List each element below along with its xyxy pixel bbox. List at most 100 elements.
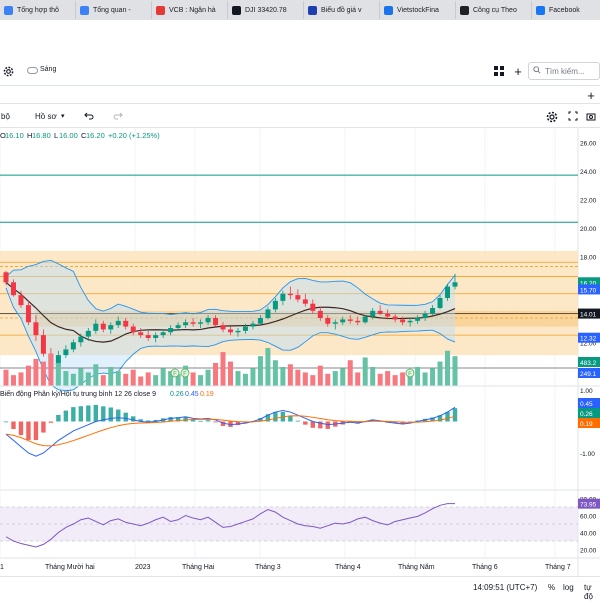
browser-tab[interactable]: VCB : Ngân hà (152, 1, 228, 19)
candle-body (160, 332, 166, 336)
volume-bar (242, 373, 248, 386)
volume-bar (437, 361, 443, 386)
time-axis-label: Tháng 4 (335, 564, 361, 571)
time-axis-label: Tháng Năm (398, 564, 435, 571)
volume-bar (123, 373, 129, 386)
browser-tab[interactable]: Tổng hợp thô (0, 1, 76, 19)
auto-toggle[interactable]: tự độ (584, 583, 600, 601)
macd-histogram-bar (452, 408, 458, 422)
candle-body (205, 318, 211, 323)
price-tag-label: 14.01 (580, 312, 597, 319)
browser-tab[interactable]: Facebook (532, 1, 600, 19)
browser-tab-label: Biểu đồ giá v (321, 6, 362, 14)
candle-body (3, 272, 9, 283)
rsi-axis-label: 60.00 (580, 514, 597, 521)
volume-bar (235, 371, 241, 386)
candle-body (25, 305, 31, 323)
theme-toggle[interactable] (27, 67, 38, 74)
rsi-tag-label: 73.95 (580, 502, 597, 509)
candle-body (115, 320, 121, 326)
profile-dropdown[interactable]: Hồ sơ (35, 112, 57, 121)
candle-body (145, 335, 151, 338)
log-toggle[interactable]: log (563, 583, 574, 592)
settings-gear-icon[interactable] (2, 65, 14, 77)
search-input[interactable]: Tìm kiếm... (528, 62, 600, 80)
chart-third-toolbar: bộ Hồ sơ ▾ (0, 106, 600, 128)
volume-bar (377, 373, 383, 386)
candle-body (168, 328, 174, 333)
volume-tag-label: 483.2 (580, 360, 597, 367)
volume-bar (130, 369, 136, 386)
candle-body (355, 320, 361, 323)
browser-tab[interactable]: DJI 33420.78 (228, 1, 304, 19)
volume-bar (10, 375, 16, 386)
volume-bar (302, 372, 308, 386)
candle-body (85, 330, 91, 337)
chevron-down-icon[interactable]: ▾ (61, 112, 65, 120)
chart-settings-icon[interactable] (545, 110, 558, 123)
volume-bar (153, 375, 159, 386)
volume-bar (228, 361, 233, 386)
tab-favicon-icon (460, 5, 469, 15)
volume-bar (115, 371, 121, 386)
macd-histogram-bar (93, 404, 98, 422)
layout-grid-icon[interactable] (492, 64, 506, 78)
candle-body (198, 322, 204, 324)
macd-axis-label: 1.00 (580, 388, 593, 395)
ohlc-value: 16.00 (59, 131, 78, 140)
plus-icon[interactable]: + (584, 88, 598, 103)
browser-tab-strip: Tổng hợp thô Tổng quan - VCB : Ngân hà DJI … (0, 0, 600, 20)
candle-body (100, 323, 106, 330)
candle-body (340, 319, 346, 323)
candle-body (18, 295, 24, 306)
volume-bar (213, 362, 219, 386)
candle-body (257, 318, 263, 324)
add-plus-icon[interactable]: + (511, 64, 525, 79)
volume-bar (33, 358, 39, 386)
price-chart-svg[interactable]: 26.0024.0022.0020.0018.0016.0014.0012.00… (0, 128, 600, 576)
volume-tag-label: 249.1 (580, 371, 597, 378)
macd-histogram-bar (325, 421, 330, 429)
browser-tab[interactable]: VietstockFina (380, 1, 456, 19)
macd-histogram-bar (145, 420, 151, 422)
browser-tab[interactable]: Biểu đồ giá v (304, 1, 380, 19)
redo-icon[interactable] (112, 110, 124, 122)
macd-histogram-bar (48, 421, 54, 423)
clock-label: 14:09:51 (UTC+7) (473, 583, 538, 592)
candle-body (10, 282, 16, 296)
candle-body (33, 322, 39, 336)
timeframe-label[interactable]: bộ (1, 112, 10, 121)
candle-body (302, 299, 308, 304)
candle-body (452, 282, 458, 287)
price-axis-panel (578, 128, 600, 576)
volume-bar (422, 372, 428, 386)
chart-area[interactable]: 26.0024.0022.0020.0018.0016.0014.0012.00… (0, 128, 600, 576)
macd-legend-value: 0.26 (170, 391, 184, 398)
candle-body (153, 335, 159, 338)
percent-toggle[interactable]: % (548, 583, 555, 592)
volume-bar (18, 372, 24, 386)
candle-body (280, 293, 286, 301)
time-axis-label: Tháng 6 (472, 564, 498, 571)
tab-favicon-icon (4, 5, 13, 15)
candle-body (347, 319, 353, 321)
event-marker-label: F (408, 372, 412, 378)
price-axis-label: 20.00 (580, 226, 597, 233)
ohlc-change: +0.20 (+1.25%) (108, 131, 160, 140)
undo-icon[interactable] (83, 110, 95, 122)
macd-histogram-bar (116, 409, 121, 422)
candle-body (415, 318, 421, 321)
browser-tab-label: Tổng hợp thô (17, 6, 59, 14)
fullscreen-icon[interactable] (567, 110, 579, 122)
macd-legend-value: 0.19 (200, 391, 214, 398)
snapshot-icon[interactable] (585, 110, 597, 122)
volume-bar (272, 360, 278, 386)
candle-body (325, 318, 331, 324)
candle-body (265, 309, 271, 318)
browser-tab[interactable]: Công cụ Theo (456, 1, 532, 19)
volume-bar (287, 364, 293, 386)
volume-bar (220, 352, 226, 386)
ohlc-key: L (54, 131, 58, 140)
macd-histogram-bar (26, 421, 31, 440)
browser-tab[interactable]: Tổng quan - (76, 1, 152, 19)
